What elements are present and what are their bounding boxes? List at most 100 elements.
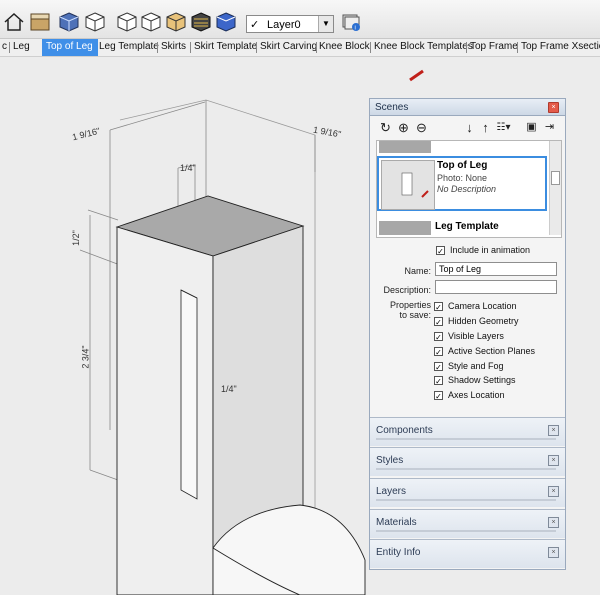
scene-thumbnail [381,160,435,210]
svg-text:i: i [355,26,356,32]
properties-label-2: to save: [399,310,431,320]
tab-separator [517,42,518,53]
tab-separator [9,42,10,53]
tab-leg-template[interactable]: Leg Template [99,39,159,56]
materials-panel[interactable]: Materials × [370,509,565,538]
expand-icon[interactable]: ⇥ [542,120,557,135]
close-icon[interactable]: × [548,102,559,113]
visible-layers-checkbox[interactable]: ✓ [434,332,443,342]
layer-manager-icon[interactable]: i [340,11,362,33]
dimension-top-depth: 1/2" [70,230,81,246]
close-icon[interactable]: × [548,517,559,528]
chevron-down-icon[interactable]: ▼ [318,16,333,32]
visible-layers-label: Visible Layers [448,331,504,341]
tab-skirts[interactable]: Skirts [161,39,189,56]
move-up-icon[interactable]: ↑ [478,120,493,135]
components-title: Components [376,425,433,436]
properties-label: Properties [389,300,431,310]
shaded-icon[interactable] [215,11,237,33]
layers-title: Layers [376,486,407,497]
scene-name: Leg Template [435,221,499,232]
axes-location-checkbox[interactable]: ✓ [434,391,443,401]
front-view-icon[interactable] [116,11,138,33]
camera-location-checkbox[interactable]: ✓ [434,302,443,312]
hidden-geometry-checkbox[interactable]: ✓ [434,317,443,327]
active-section-planes-checkbox[interactable]: ✓ [434,347,443,357]
tab-top-of-leg[interactable]: Top of Leg [42,39,98,56]
main-toolbar: ✓ Layer0 ▼ i [0,0,600,39]
view-options-icon[interactable]: ☷▾ [496,120,511,135]
tab-separator [466,42,467,53]
tab-c[interactable]: c [2,39,8,56]
tab-separator [157,42,158,53]
iso-view-icon[interactable] [58,11,80,33]
layer-select[interactable]: ✓ Layer0 ▼ [246,15,334,33]
tab-skirt-template[interactable]: Skirt Template [194,39,257,56]
dimension-slot-depth: 1/4" [221,384,237,394]
scenes-title: Scenes [375,102,409,113]
home-icon[interactable] [3,11,25,33]
materials-title: Materials [376,517,417,528]
axes-location-label: Axes Location [448,390,505,400]
layer-select-value: Layer0 [267,19,301,31]
description-label: Description: [383,285,431,295]
tab-knee-block[interactable]: Knee Block [319,39,370,56]
hidden-geometry-label: Hidden Geometry [448,316,519,326]
back-view-icon[interactable] [165,11,187,33]
move-down-icon[interactable]: ↓ [462,120,477,135]
scene-thumbnail [379,141,431,153]
list-item[interactable] [377,141,547,153]
scrollbar-thumb[interactable] [551,171,560,185]
panel-divider [376,468,556,470]
camera-location-label: Camera Location [448,301,517,311]
x-ray-icon[interactable] [190,11,212,33]
right-view-icon[interactable] [140,11,162,33]
close-icon[interactable]: × [548,455,559,466]
components-panel[interactable]: Components × [370,417,565,446]
list-item[interactable]: Leg Template [377,217,547,235]
name-label: Name: [404,266,431,276]
styles-title: Styles [376,455,404,466]
tab-top-frame-xsection[interactable]: Top Frame Xsection [521,39,600,56]
panel-divider [376,530,556,532]
style-and-fog-label: Style and Fog [448,361,504,371]
scenes-panel: Scenes × ↻ ⊕ ⊖ ↓ ↑ ☷▾ ▣ ⇥ Top of Leg Pho… [369,98,566,570]
scene-name: Top of Leg [437,160,488,171]
scene-toolbar: ↻ ⊕ ⊖ ↓ ↑ ☷▾ ▣ ⇥ [374,118,562,138]
selected-scene-row[interactable]: Top of Leg Photo: None No Description [377,156,547,211]
scene-thumbnail [379,221,431,235]
scene-name-field[interactable]: Top of Leg [435,262,557,276]
tab-knee-block-templates[interactable]: Knee Block Templates [374,39,473,56]
close-icon[interactable]: × [548,547,559,558]
include-animation-label: Include in animation [450,245,531,255]
close-icon[interactable]: × [548,486,559,497]
close-icon[interactable]: × [548,425,559,436]
panel-divider [376,438,556,440]
tab-top-frame[interactable]: Top Frame [470,39,518,56]
scene-photo: Photo: None [437,173,488,183]
scene-description: No Description [437,184,497,194]
styles-panel[interactable]: Styles × [370,447,565,476]
entity-info-title: Entity Info [376,547,421,558]
style-and-fog-checkbox[interactable]: ✓ [434,362,443,372]
component-icon[interactable] [29,11,51,33]
layers-panel[interactable]: Layers × [370,478,565,507]
refresh-icon[interactable]: ↻ [378,120,393,135]
details-icon[interactable]: ▣ [524,120,539,135]
top-view-icon[interactable] [84,11,106,33]
tab-skirt-carving[interactable]: Skirt Carving [260,39,317,56]
panel-divider [376,499,556,501]
scene-tabs: c Leg Top of Leg Leg Template Skirts Ski… [0,39,600,57]
dimension-slot-width: 1/4" [180,163,196,173]
tab-separator [316,42,317,53]
remove-icon[interactable]: ⊖ [414,120,429,135]
tab-leg[interactable]: Leg [13,39,35,56]
shadow-settings-checkbox[interactable]: ✓ [434,376,443,386]
entity-info-panel[interactable]: Entity Info × [370,539,565,568]
scene-description-field[interactable] [435,280,557,294]
include-animation-checkbox[interactable]: ✓ [436,246,445,256]
shadow-settings-label: Shadow Settings [448,375,516,385]
add-icon[interactable]: ⊕ [396,120,411,135]
scene-list-scrollbar[interactable] [549,141,561,235]
tab-separator [370,42,371,53]
